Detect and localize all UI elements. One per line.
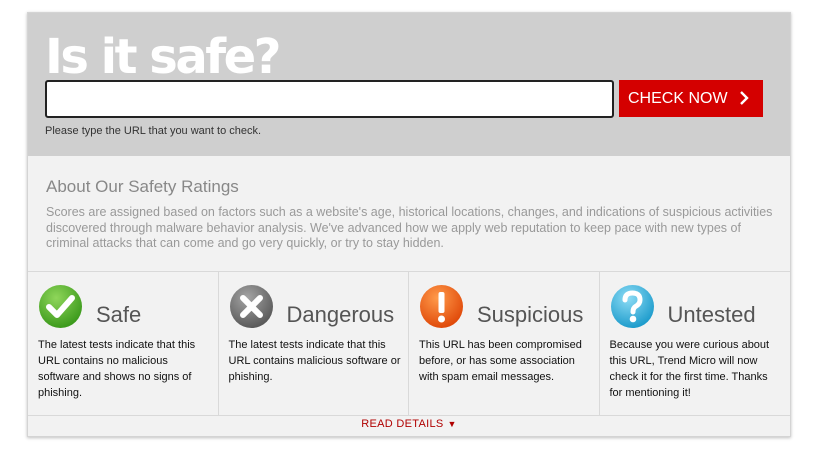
input-hint: Please type the URL that you want to che… <box>45 125 262 137</box>
read-details-link[interactable]: READ DETAILS ▼ <box>28 418 790 436</box>
ratings-row: Safe The latest tests indicate that this… <box>28 271 790 416</box>
rating-label: Untested <box>667 302 756 327</box>
rating-untested: Untested Because you were curious about … <box>600 272 791 415</box>
about-title: About Our Safety Ratings <box>46 177 239 196</box>
chevron-right-icon <box>740 91 749 105</box>
rating-description: This URL has been compromised before, or… <box>419 339 582 383</box>
check-now-button[interactable]: CHECK NOW <box>619 80 763 117</box>
safety-check-card: Is it safe? CHECK NOW Please type the UR… <box>27 12 791 437</box>
rating-label: Safe <box>96 302 142 327</box>
caret-down-icon: ▼ <box>447 419 457 429</box>
rating-safe: Safe The latest tests indicate that this… <box>28 272 219 415</box>
x-icon <box>229 285 273 328</box>
question-icon <box>610 285 654 328</box>
rating-description: The latest tests indicate that this URL … <box>228 339 401 383</box>
rating-label: Suspicious <box>477 302 584 327</box>
read-details-label: READ DETAILS <box>361 418 444 430</box>
rating-description: The latest tests indicate that this URL … <box>38 339 196 399</box>
rating-description: Because you were curious about this URL,… <box>609 339 770 399</box>
about-section: About Our Safety Ratings Scores are assi… <box>46 177 776 252</box>
about-text: Scores are assigned based on factors suc… <box>46 205 773 250</box>
hero-section: Is it safe? CHECK NOW Please type the UR… <box>28 13 790 156</box>
url-input[interactable] <box>45 80 614 118</box>
rating-suspicious: Suspicious This URL has been compromised… <box>409 272 600 415</box>
exclamation-icon <box>420 285 463 328</box>
checkmark-icon <box>39 285 82 328</box>
page-title: Is it safe? <box>45 29 282 85</box>
rating-label: Dangerous <box>286 302 395 327</box>
rating-dangerous: Dangerous The latest tests indicate that… <box>219 272 409 415</box>
check-now-label: CHECK NOW <box>628 89 728 107</box>
